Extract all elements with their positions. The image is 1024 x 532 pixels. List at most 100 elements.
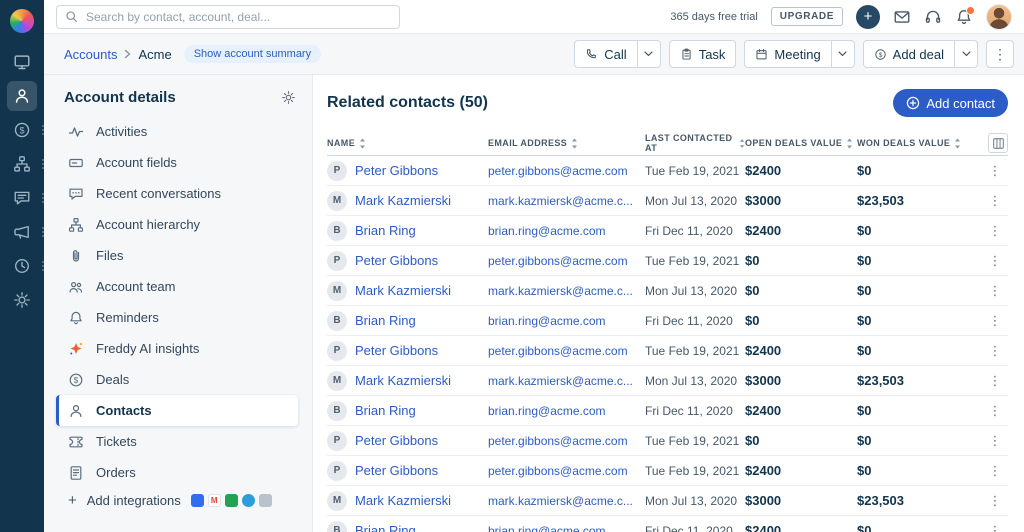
- row-kebab-menu[interactable]: ⋮: [988, 433, 1002, 449]
- search-input[interactable]: [84, 8, 391, 25]
- row-kebab-menu[interactable]: ⋮: [988, 343, 1002, 359]
- contact-name-link[interactable]: Brian Ring: [355, 313, 416, 328]
- contact-name-link[interactable]: Mark Kazmierski: [355, 193, 451, 208]
- toolbar-kebab-menu[interactable]: ⋮: [986, 40, 1014, 68]
- rail-settings[interactable]: [7, 285, 37, 315]
- contact-name-link[interactable]: Brian Ring: [355, 403, 416, 418]
- contact-name-link[interactable]: Brian Ring: [355, 223, 416, 238]
- row-kebab-menu[interactable]: ⋮: [988, 223, 1002, 239]
- last-contacted-value: Fri Dec 11, 2020: [645, 403, 733, 418]
- row-kebab-menu[interactable]: ⋮: [988, 313, 1002, 329]
- contact-email-link[interactable]: peter.gibbons@acme.com: [488, 464, 628, 478]
- contact-name-link[interactable]: Brian Ring: [355, 523, 416, 532]
- contact-email-link[interactable]: brian.ring@acme.com: [488, 404, 606, 418]
- contact-email-link[interactable]: mark.kazmiersk@acme.c...: [488, 284, 633, 298]
- contact-name-link[interactable]: Peter Gibbons: [355, 253, 438, 268]
- sidebar-item-files[interactable]: Files: [44, 240, 298, 271]
- rail-campaigns[interactable]: [7, 217, 44, 247]
- quick-add-button[interactable]: +: [856, 4, 880, 29]
- column-header-last-contacted[interactable]: LAST CONTACTED AT: [645, 133, 745, 153]
- contact-name-link[interactable]: Mark Kazmierski: [355, 373, 451, 388]
- table-row: B Brian Ring brian.ring@acme.com Fri Dec…: [327, 516, 1008, 532]
- row-kebab-menu[interactable]: ⋮: [988, 283, 1002, 299]
- sidebar-item-tickets[interactable]: Tickets: [44, 426, 298, 457]
- call-button[interactable]: Call: [574, 40, 638, 68]
- sidebar-item-recent-conversations[interactable]: Recent conversations: [44, 178, 298, 209]
- upgrade-button[interactable]: UPGRADE: [770, 7, 843, 26]
- sidebar-item-account-hierarchy[interactable]: Account hierarchy: [44, 209, 298, 240]
- rail-activity-log[interactable]: [7, 251, 44, 281]
- notifications-button[interactable]: [955, 5, 975, 26]
- contacts-icon: [68, 403, 84, 419]
- row-kebab-menu[interactable]: ⋮: [988, 403, 1002, 419]
- meeting-dropdown-button[interactable]: [830, 40, 855, 68]
- global-search[interactable]: [56, 4, 400, 29]
- rail-conversations[interactable]: [7, 183, 44, 213]
- sidebar-item-account-fields[interactable]: Account fields: [44, 147, 298, 178]
- contact-name-link[interactable]: Mark Kazmierski: [355, 283, 451, 298]
- show-account-summary-pill[interactable]: Show account summary: [183, 45, 322, 63]
- row-kebab-menu[interactable]: ⋮: [988, 253, 1002, 269]
- open-deals-value: $2400: [745, 343, 782, 358]
- row-kebab-menu[interactable]: ⋮: [988, 523, 1002, 532]
- chevron-down-icon: [838, 51, 847, 57]
- rail-contacts[interactable]: [7, 81, 37, 111]
- row-kebab-menu[interactable]: ⋮: [988, 193, 1002, 209]
- contact-name-link[interactable]: Peter Gibbons: [355, 163, 438, 178]
- email-button[interactable]: [893, 8, 911, 26]
- contact-email-link[interactable]: brian.ring@acme.com: [488, 224, 606, 238]
- contact-name-link[interactable]: Peter Gibbons: [355, 463, 438, 478]
- drag-handle-icon: [42, 261, 44, 271]
- freddy-sparkle-icon: [68, 341, 84, 357]
- rail-dashboard[interactable]: [7, 47, 37, 77]
- contact-email-link[interactable]: peter.gibbons@acme.com: [488, 254, 628, 268]
- add-contact-button[interactable]: Add contact: [893, 89, 1008, 117]
- contact-email-link[interactable]: brian.ring@acme.com: [488, 524, 606, 532]
- user-avatar[interactable]: [986, 3, 1012, 30]
- contact-email-link[interactable]: mark.kazmiersk@acme.c...: [488, 374, 633, 388]
- table-row: M Mark Kazmierski mark.kazmiersk@acme.c.…: [327, 366, 1008, 396]
- support-button[interactable]: [924, 8, 942, 26]
- contact-avatar: B: [327, 310, 347, 331]
- last-contacted-value: Tue Feb 19, 2021: [645, 343, 740, 358]
- sidebar-item-freddy-ai-insights[interactable]: Freddy AI insights: [44, 333, 298, 364]
- contact-email-link[interactable]: brian.ring@acme.com: [488, 314, 606, 328]
- column-header-email[interactable]: EMAIL ADDRESS: [488, 138, 645, 149]
- task-button[interactable]: Task: [668, 40, 737, 68]
- row-kebab-menu[interactable]: ⋮: [988, 463, 1002, 479]
- row-kebab-menu[interactable]: ⋮: [988, 493, 1002, 509]
- column-header-won-deals[interactable]: WON DEALS VALUE: [857, 138, 985, 149]
- integration-icons: M: [190, 494, 272, 507]
- sidebar-item-account-team[interactable]: Account team: [44, 271, 298, 302]
- row-kebab-menu[interactable]: ⋮: [988, 163, 1002, 179]
- freshworks-logo-icon[interactable]: [10, 9, 34, 33]
- call-dropdown-button[interactable]: [636, 40, 661, 68]
- column-picker-button[interactable]: [988, 133, 1008, 153]
- add-integrations-button[interactable]: + Add integrations M: [44, 493, 312, 508]
- sidebar-item-reminders[interactable]: Reminders: [44, 302, 298, 333]
- meeting-button[interactable]: Meeting: [744, 40, 832, 68]
- contact-name-link[interactable]: Mark Kazmierski: [355, 493, 451, 508]
- contact-email-link[interactable]: mark.kazmiersk@acme.c...: [488, 194, 633, 208]
- contact-email-link[interactable]: peter.gibbons@acme.com: [488, 434, 628, 448]
- sidebar-item-activities[interactable]: Activities: [44, 116, 298, 147]
- column-header-name[interactable]: NAME: [327, 138, 488, 149]
- add-deal-button[interactable]: $ Add deal: [862, 40, 955, 68]
- row-kebab-menu[interactable]: ⋮: [988, 373, 1002, 389]
- won-deals-value: $23,503: [857, 373, 904, 388]
- breadcrumb-accounts-link[interactable]: Accounts: [64, 47, 117, 62]
- contact-email-link[interactable]: peter.gibbons@acme.com: [488, 164, 628, 178]
- sidebar-item-contacts[interactable]: Contacts: [56, 395, 298, 426]
- sidebar-item-orders[interactable]: Orders: [44, 457, 298, 488]
- contact-email-link[interactable]: mark.kazmiersk@acme.c...: [488, 494, 633, 508]
- add-deal-dropdown-button[interactable]: [954, 40, 978, 68]
- contact-email-link[interactable]: peter.gibbons@acme.com: [488, 344, 628, 358]
- rail-deals[interactable]: $: [7, 115, 44, 145]
- column-header-open-deals[interactable]: OPEN DEALS VALUE: [745, 138, 857, 149]
- svg-text:$: $: [74, 376, 79, 385]
- sidebar-settings-button[interactable]: [281, 90, 296, 105]
- contact-name-link[interactable]: Peter Gibbons: [355, 343, 438, 358]
- sidebar-item-deals[interactable]: $ Deals: [44, 364, 298, 395]
- rail-hierarchy[interactable]: [7, 149, 44, 179]
- contact-name-link[interactable]: Peter Gibbons: [355, 433, 438, 448]
